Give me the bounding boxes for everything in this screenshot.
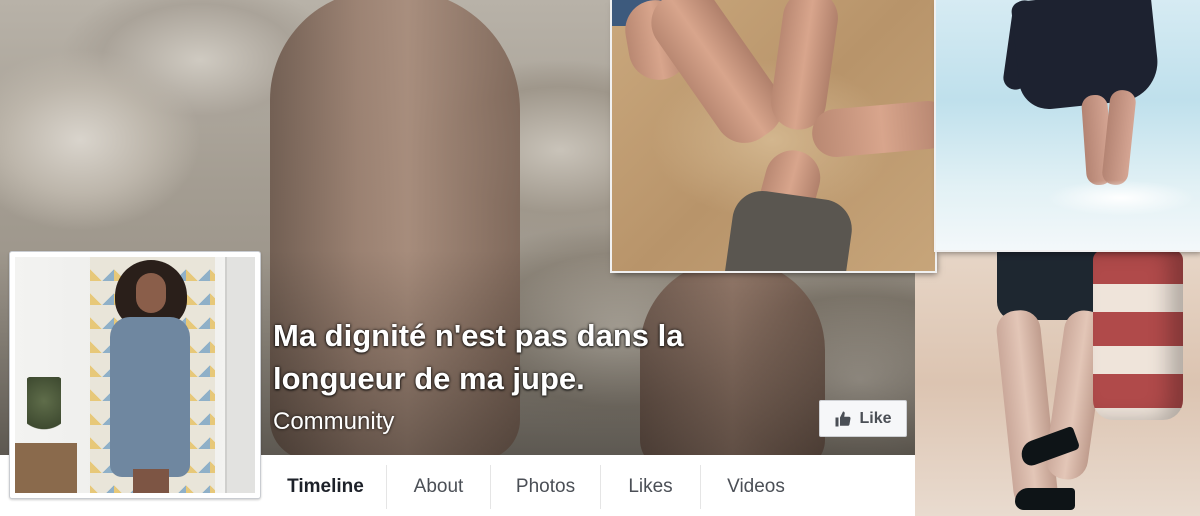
collage-photo-sand-feet [612,0,935,271]
tab-timeline[interactable]: Timeline [265,464,387,509]
person-face [136,273,166,313]
shorts-shape [724,187,856,271]
tab-label: About [413,475,464,497]
cabinet-shape [15,443,77,493]
water-foam [1046,180,1196,216]
plant-shape [27,377,61,437]
profile-photo [15,257,255,493]
collage-photo-heels [915,250,1200,516]
like-label: Like [859,409,892,427]
page-title: Ma dignité n'est pas dans la longueur de… [273,318,684,396]
tab-videos[interactable]: Videos [701,465,811,509]
page-tabs: Timeline About Photos Likes Videos [265,457,915,516]
person-legs [133,469,169,493]
tab-label: Timeline [287,475,364,497]
leg-shape [994,308,1060,512]
like-button[interactable]: Like [819,400,907,437]
collage-photo-water [936,0,1200,250]
thumbs-up-icon [835,411,852,426]
profile-picture[interactable] [9,251,261,499]
striped-post [1093,250,1183,420]
person-dress [110,317,190,477]
page-category[interactable]: Community [273,407,394,437]
tab-label: Likes [628,475,673,497]
leg-shape [810,98,935,160]
dress-shape [1010,0,1162,113]
tab-likes[interactable]: Likes [601,464,701,509]
tab-about[interactable]: About [387,464,491,509]
tab-photos[interactable]: Photos [491,464,601,509]
shoe-shape [1015,488,1075,510]
door-shape [225,257,255,493]
tab-label: Photos [515,475,576,497]
tab-label: Videos [727,475,785,497]
skirt-shape [997,250,1107,320]
